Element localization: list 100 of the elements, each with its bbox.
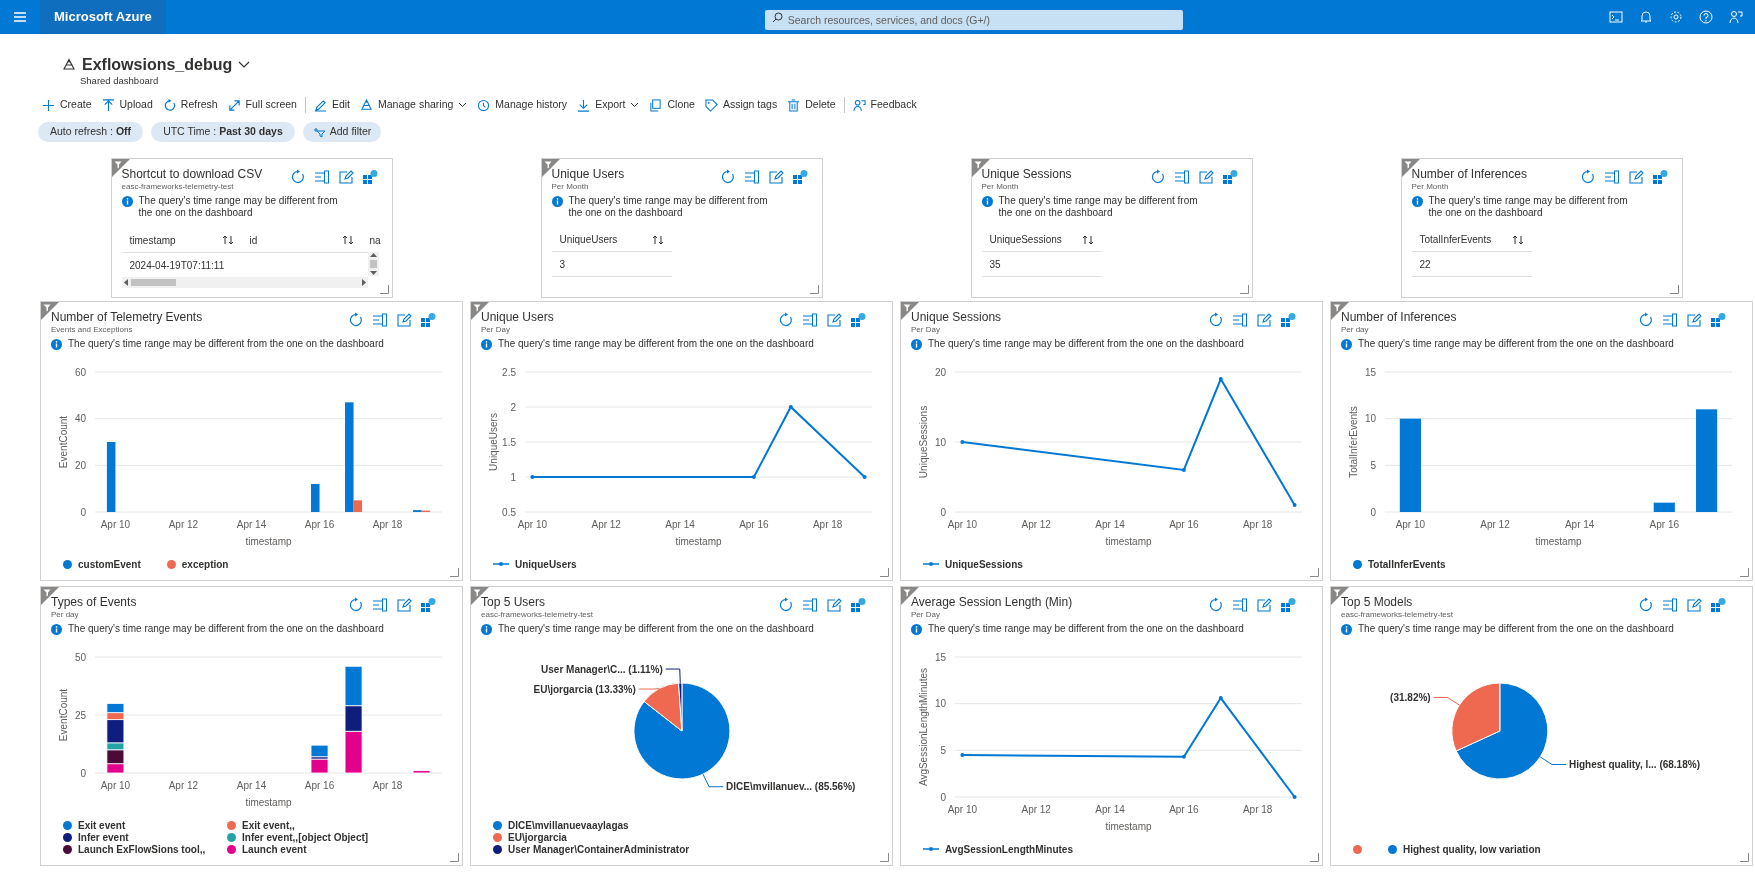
sort-icon[interactable]	[1081, 234, 1094, 245]
column-header[interactable]: id	[249, 232, 258, 248]
column-header[interactable]: UniqueUsers	[559, 232, 618, 247]
toolbar-button[interactable]: Assign tags	[704, 94, 778, 116]
scroll-right-icon[interactable]	[361, 279, 366, 286]
scroll-left-icon[interactable]	[123, 279, 128, 286]
sort-icon[interactable]	[651, 234, 664, 245]
toolbar-button[interactable]: Manage sharing	[360, 94, 468, 116]
scroll-up-icon[interactable]	[369, 253, 377, 257]
tiles-icon[interactable]	[850, 312, 866, 328]
edit-icon[interactable]	[1686, 312, 1702, 328]
column-settings-icon[interactable]	[372, 597, 388, 613]
resize-handle[interactable]	[809, 285, 819, 294]
edit-icon[interactable]	[826, 597, 842, 613]
resize-handle[interactable]	[1239, 285, 1249, 294]
column-header[interactable]: na	[369, 232, 381, 248]
refresh-icon[interactable]	[1638, 597, 1654, 613]
edit-icon[interactable]	[337, 169, 354, 185]
toolbar-button[interactable]: Export	[577, 94, 640, 116]
refresh-icon[interactable]	[348, 312, 364, 328]
tiles-icon[interactable]	[420, 597, 436, 613]
refresh-icon[interactable]	[1208, 312, 1224, 328]
refresh-icon[interactable]	[348, 597, 364, 613]
column-settings-icon[interactable]	[1662, 597, 1678, 613]
sort-icon[interactable]	[221, 235, 234, 245]
sort-icon[interactable]	[1511, 234, 1524, 245]
toolbar-button[interactable]: Feedback	[852, 94, 917, 116]
vertical-scrollbar[interactable]	[367, 252, 379, 276]
toolbar-button[interactable]: Upload	[101, 94, 153, 116]
refresh-icon[interactable]	[1208, 597, 1224, 613]
refresh-icon[interactable]	[1149, 169, 1166, 185]
edit-icon[interactable]	[1256, 597, 1272, 613]
horizontal-scrollbar[interactable]	[121, 277, 368, 288]
settings-icon[interactable]	[1669, 10, 1683, 24]
column-settings-icon[interactable]	[743, 169, 760, 185]
column-header[interactable]: timestamp	[129, 232, 176, 248]
column-settings-icon[interactable]	[1173, 169, 1190, 185]
edit-icon[interactable]	[826, 312, 842, 328]
toolbar-button[interactable]: Clone	[649, 94, 695, 116]
column-settings-icon[interactable]	[1232, 312, 1248, 328]
tiles-icon[interactable]	[1710, 312, 1726, 328]
toolbar-button[interactable]: Edit	[313, 94, 350, 116]
edit-icon[interactable]	[1197, 169, 1214, 185]
column-settings-icon[interactable]	[372, 312, 388, 328]
refresh-icon[interactable]	[1638, 312, 1654, 328]
toolbar-button[interactable]: Refresh	[162, 94, 218, 116]
toolbar-button[interactable]: Manage history	[477, 94, 568, 116]
tiles-icon[interactable]	[1221, 169, 1238, 185]
filter-pill[interactable]: Auto refresh : Off	[38, 122, 144, 142]
resize-handle[interactable]	[1310, 853, 1319, 862]
resize-handle[interactable]	[1740, 853, 1749, 862]
tiles-icon[interactable]	[1280, 312, 1296, 328]
edit-icon[interactable]	[767, 169, 784, 185]
tiles-icon[interactable]	[791, 169, 808, 185]
resize-handle[interactable]	[1740, 568, 1749, 577]
column-settings-icon[interactable]	[313, 169, 330, 185]
brand-label[interactable]: Microsoft Azure	[40, 0, 166, 34]
resize-handle[interactable]	[880, 853, 889, 862]
refresh-icon[interactable]	[719, 169, 736, 185]
column-settings-icon[interactable]	[1603, 169, 1620, 185]
filter-pill[interactable]: UTC Time : Past 30 days	[151, 122, 295, 142]
edit-icon[interactable]	[396, 597, 412, 613]
toolbar-button[interactable]: Delete	[787, 94, 836, 116]
help-icon[interactable]	[1699, 10, 1713, 24]
refresh-icon[interactable]	[778, 312, 794, 328]
scroll-down-icon[interactable]	[369, 271, 377, 275]
edit-icon[interactable]	[1256, 312, 1272, 328]
edit-icon[interactable]	[396, 312, 412, 328]
edit-icon[interactable]	[1627, 169, 1644, 185]
column-header[interactable]: TotalInferEvents	[1419, 232, 1492, 247]
resize-handle[interactable]	[450, 568, 459, 577]
column-settings-icon[interactable]	[1662, 312, 1678, 328]
resize-handle[interactable]	[880, 568, 889, 577]
feedback-icon[interactable]	[1729, 10, 1743, 24]
terminal-icon[interactable]	[1609, 10, 1623, 24]
toolbar-button[interactable]: Full screen	[227, 94, 297, 116]
tiles-icon[interactable]	[1280, 597, 1296, 613]
search-field[interactable]: Search resources, services, and docs (G+/)	[764, 10, 1183, 30]
dashboard-title[interactable]: Exflowsions_debug	[82, 55, 233, 75]
chevron-down-icon[interactable]	[238, 61, 251, 69]
refresh-icon[interactable]	[289, 169, 306, 185]
column-settings-icon[interactable]	[1232, 597, 1248, 613]
tiles-icon[interactable]	[1710, 597, 1726, 613]
refresh-icon[interactable]	[778, 597, 794, 613]
toolbar-button[interactable]: Create	[42, 94, 92, 116]
column-settings-icon[interactable]	[802, 312, 818, 328]
resize-handle[interactable]	[1310, 568, 1319, 577]
bell-icon[interactable]	[1639, 10, 1653, 24]
column-header[interactable]: UniqueSessions	[989, 232, 1062, 247]
tiles-icon[interactable]	[850, 597, 866, 613]
resize-handle[interactable]	[450, 853, 459, 862]
add-filter-button[interactable]: Add filter	[302, 122, 382, 142]
tiles-icon[interactable]	[1651, 169, 1668, 185]
resize-handle[interactable]	[1669, 285, 1679, 294]
tiles-icon[interactable]	[420, 312, 436, 328]
resize-handle[interactable]	[379, 285, 389, 294]
sort-icon[interactable]	[341, 235, 354, 245]
column-settings-icon[interactable]	[802, 597, 818, 613]
refresh-icon[interactable]	[1579, 169, 1596, 185]
tiles-icon[interactable]	[361, 169, 378, 185]
